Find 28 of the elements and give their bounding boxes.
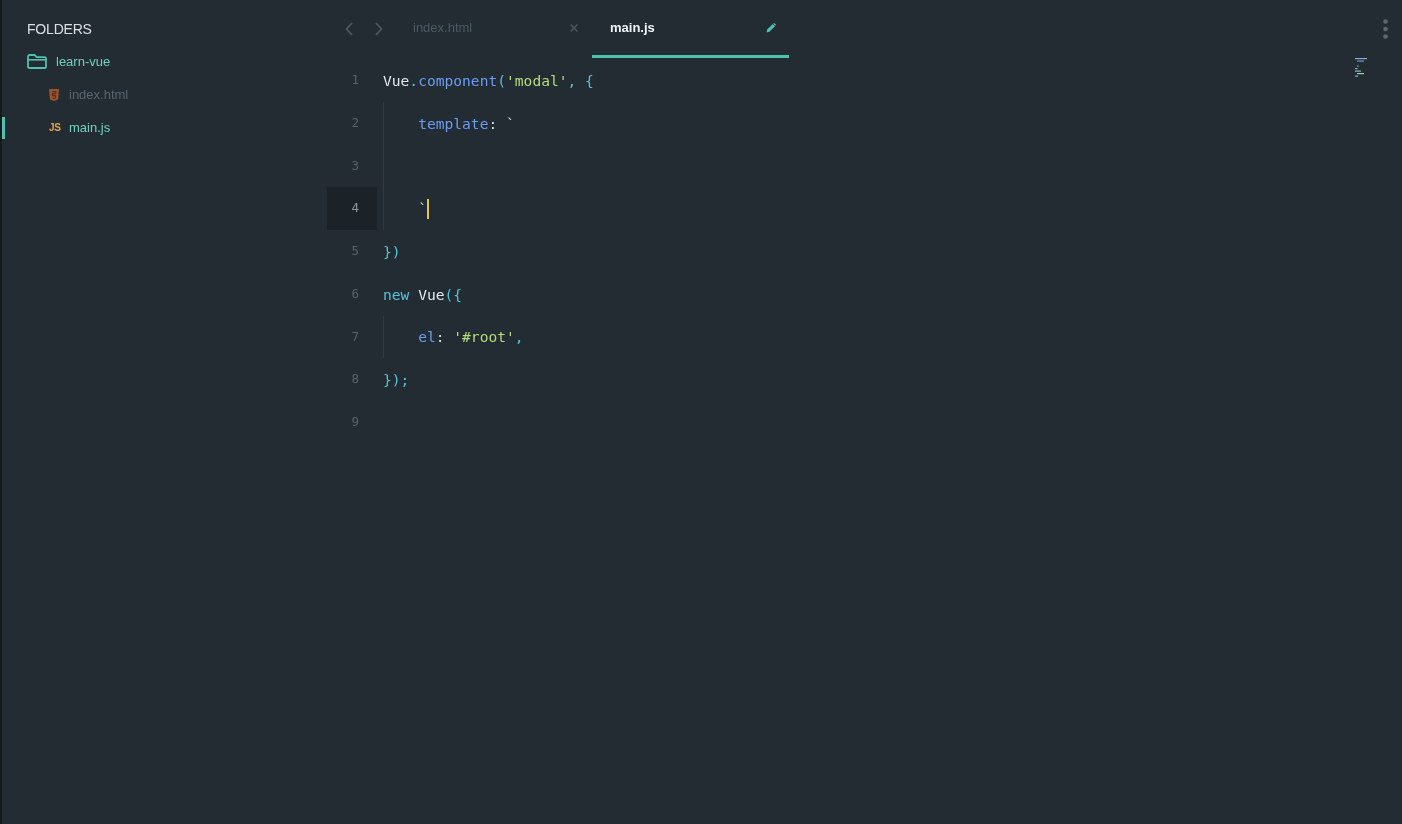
file-item[interactable]: JS main.js (2, 111, 327, 144)
code-line: new Vue({ (383, 285, 463, 303)
chevron-left-icon[interactable] (345, 22, 353, 36)
line-number: 7 (350, 327, 360, 346)
code-line: }) (383, 242, 401, 260)
code-line: el: '#root', (418, 328, 524, 346)
code-line: }); (383, 371, 410, 389)
line-number: 3 (350, 156, 360, 175)
code-line: Vue.component('modal', { (383, 71, 594, 89)
folder-item[interactable]: learn-vue (2, 45, 327, 78)
code-line: template: ` (418, 114, 515, 132)
line-number: 8 (350, 370, 360, 389)
code-line: ` (418, 200, 427, 218)
editor-tab[interactable]: main.js (592, 0, 789, 58)
line-number: 5 (350, 242, 360, 260)
sidebar-title: FOLDERS (27, 20, 92, 39)
minimap[interactable] (1355, 58, 1368, 77)
line-number: 1 (350, 71, 360, 89)
folder-icon (27, 54, 47, 69)
line-number: 4 (327, 187, 377, 230)
line-number: 2 (350, 113, 360, 132)
chevron-right-icon[interactable] (375, 22, 383, 36)
file-type-label: JS (49, 122, 60, 133)
more-icon[interactable] (1383, 19, 1388, 39)
shield-icon (49, 88, 59, 101)
close-icon[interactable] (570, 23, 578, 32)
line-number: 6 (350, 284, 360, 303)
line-number: 9 (350, 413, 360, 431)
